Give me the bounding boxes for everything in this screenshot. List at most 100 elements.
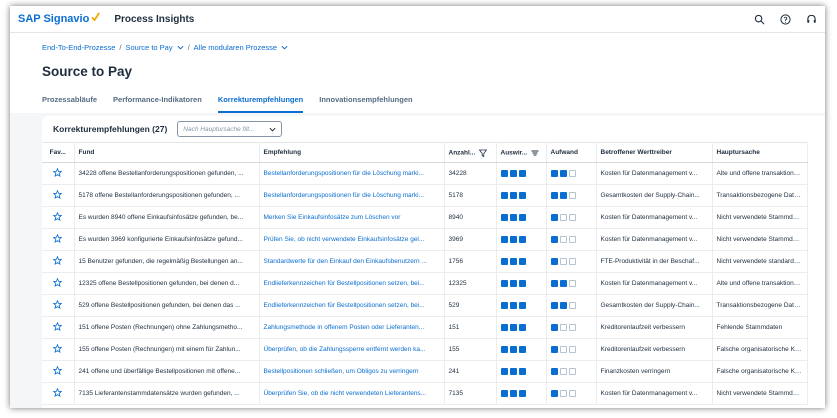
breadcrumb-item-source-to-pay[interactable]: Source to Pay	[125, 43, 172, 52]
fund-cell: 12325 offene Bestellpositionen gefunden,…	[74, 272, 260, 295]
hauptursache-cell: Transaktionsbezogene Daten...	[712, 294, 808, 317]
question-icon[interactable]	[779, 13, 791, 25]
table-row[interactable]: 241 offene und überfällige Bestellpositi…	[42, 360, 808, 383]
column-header-werttreiber[interactable]: Betroffener Werttreiber	[596, 142, 713, 163]
tab-performance-indikatoren[interactable]: Performance-Indikatoren	[113, 91, 202, 113]
empfehlung-link[interactable]: Endlieferkennzeichen für Bestellposition…	[259, 294, 445, 317]
fund-cell: 529 offene Bestellpositionen gefunden, b…	[74, 294, 260, 317]
fund-cell: 155 offene Posten (Rechnungen) mit einem…	[74, 338, 260, 361]
empfehlung-link[interactable]: Merken Sie Einkaufsinfosätze zum Löschen…	[259, 206, 445, 229]
empfehlung-link[interactable]: Überprüfen, ob die Zahlungssperre entfer…	[259, 338, 445, 361]
auswirkung-cell	[496, 272, 547, 295]
table-row[interactable]: 155 offene Posten (Rechnungen) mit einem…	[42, 338, 808, 361]
rating-box	[568, 389, 576, 397]
star-icon[interactable]	[52, 299, 63, 311]
werttreiber-cell: Kosten für Datenmanagement v...	[596, 272, 713, 295]
tab-innovationsempfehlungen[interactable]: Innovationsempfehlungen	[319, 91, 412, 113]
sort-icon[interactable]	[531, 149, 539, 157]
hauptursache-cell: Nicht verwendete Stammdate...	[712, 382, 808, 405]
filter-placeholder: Nach Hauptursache filt...	[183, 125, 255, 133]
anzahl-cell: 7135	[444, 382, 497, 405]
column-header-favorite[interactable]: Fav...	[42, 142, 75, 163]
auswirkung-rating	[500, 389, 526, 397]
aufwand-cell	[546, 360, 597, 383]
star-icon[interactable]	[52, 255, 63, 267]
rating-box	[568, 191, 576, 199]
headset-icon[interactable]	[805, 13, 817, 25]
star-icon[interactable]	[52, 211, 63, 223]
breadcrumb-item-end-to-end[interactable]: End-To-End-Prozesse	[42, 43, 115, 52]
fund-cell: Es wurden 3969 konfigurierte Einkaufsinf…	[74, 228, 260, 251]
breadcrumb-separator: /	[187, 43, 190, 52]
empfehlung-link[interactable]: Standardwerte für den Einkauf den Einkau…	[259, 250, 445, 273]
star-icon[interactable]	[52, 365, 63, 377]
chevron-down-icon[interactable]	[177, 44, 184, 51]
table-row[interactable]: 34228 offene Bestellanforderungsposition…	[42, 162, 808, 185]
aufwand-cell	[546, 184, 597, 207]
rating-box	[559, 301, 567, 309]
table-row[interactable]: 7135 Lieferantenstammdatensätze wurden g…	[42, 382, 808, 405]
sap-signavio-logo[interactable]: SAP Signavio	[18, 11, 101, 25]
auswirkung-rating	[500, 279, 526, 287]
star-icon[interactable]	[52, 343, 63, 355]
root-cause-filter-select[interactable]: Nach Hauptursache filt...	[177, 121, 283, 137]
table-row[interactable]: Es wurden 8940 offene Einkaufsinfosätze …	[42, 206, 808, 229]
empfehlung-link[interactable]: Bestellanforderungspositionen für die Lö…	[259, 162, 445, 185]
table-row[interactable]: 12325 offene Bestellpositionen gefunden,…	[42, 272, 808, 295]
tab-korrekturempfehlungen[interactable]: Korrekturempfehlungen	[217, 91, 304, 113]
help-search-icon[interactable]	[753, 13, 765, 25]
rating-box	[500, 345, 508, 353]
table-row[interactable]: Es wurden 3969 konfigurierte Einkaufsinf…	[42, 228, 808, 251]
rating-box	[550, 257, 558, 265]
empfehlung-link[interactable]: Prüfen Sie, ob nicht verwendete Einkaufs…	[259, 228, 445, 251]
hauptursache-cell: Alte und offene transaktionsb...	[712, 272, 808, 295]
rating-box	[509, 235, 517, 243]
breadcrumb-separator: /	[119, 43, 122, 52]
column-header-auswirkung[interactable]: Auswir...	[496, 142, 547, 163]
rating-box	[568, 323, 576, 331]
filter-icon[interactable]	[479, 149, 488, 157]
table-row[interactable]: 529 offene Bestellpositionen gefunden, b…	[42, 294, 808, 317]
hauptursache-cell: Transaktionsbezogene Daten...	[712, 184, 808, 207]
rating-box	[550, 367, 558, 375]
rating-box	[500, 389, 508, 397]
column-header-anzahl-label: Anzahl...	[448, 149, 476, 157]
auswirkung-cell	[496, 162, 547, 185]
breadcrumb: End-To-End-Prozesse / Source to Pay / Al…	[42, 43, 288, 52]
star-icon[interactable]	[52, 387, 63, 399]
column-header-hauptursache[interactable]: Hauptursache	[712, 142, 808, 163]
auswirkung-cell	[496, 206, 547, 229]
column-header-fund[interactable]: Fund	[74, 142, 260, 163]
chevron-down-icon[interactable]	[281, 44, 288, 51]
star-icon[interactable]	[52, 321, 63, 333]
column-header-anzahl[interactable]: Anzahl...	[444, 142, 497, 163]
rating-box	[500, 257, 508, 265]
star-icon[interactable]	[52, 233, 63, 245]
table-row[interactable]: 151 offene Posten (Rechnungen) ohne Zahl…	[42, 316, 808, 339]
table-row[interactable]: 5178 offene Bestellanforderungspositione…	[42, 184, 808, 207]
fund-cell: 151 offene Posten (Rechnungen) ohne Zahl…	[74, 316, 260, 339]
fund-cell: 5178 offene Bestellanforderungspositione…	[74, 184, 260, 207]
empfehlung-link[interactable]: Überprüfen Sie, ob die nicht verwendeten…	[259, 382, 445, 405]
auswirkung-cell	[496, 250, 547, 273]
empfehlung-link[interactable]: Endlieferkennzeichen für Bestellposition…	[259, 272, 445, 295]
empfehlung-link[interactable]: Bestellpositionen schließen, um Obligos …	[259, 360, 445, 383]
rating-box	[550, 191, 558, 199]
column-header-aufwand[interactable]: Aufwand	[546, 142, 597, 163]
favorite-cell	[42, 250, 75, 273]
auswirkung-cell	[496, 184, 547, 207]
rating-box	[500, 191, 508, 199]
empfehlung-link[interactable]: Bestellanforderungspositionen für die Lö…	[259, 184, 445, 207]
column-header-empfehlung[interactable]: Empfehlung	[259, 142, 445, 163]
aufwand-rating	[550, 257, 576, 265]
star-icon[interactable]	[52, 277, 63, 289]
empfehlung-link[interactable]: Zahlungsmethode in offenem Posten oder L…	[259, 316, 445, 339]
fund-cell: 7135 Lieferantenstammdatensätze wurden g…	[74, 382, 260, 405]
star-icon[interactable]	[52, 167, 63, 179]
anzahl-cell: 529	[444, 294, 497, 317]
table-row[interactable]: 15 Benutzer gefunden, die regelmäßig Bes…	[42, 250, 808, 273]
star-icon[interactable]	[52, 189, 63, 201]
auswirkung-rating	[500, 345, 526, 353]
tab-prozessablaeufe[interactable]: Prozessabläufe	[42, 91, 97, 113]
breadcrumb-item-modular-processes[interactable]: Alle modularen Prozesse	[194, 43, 277, 52]
